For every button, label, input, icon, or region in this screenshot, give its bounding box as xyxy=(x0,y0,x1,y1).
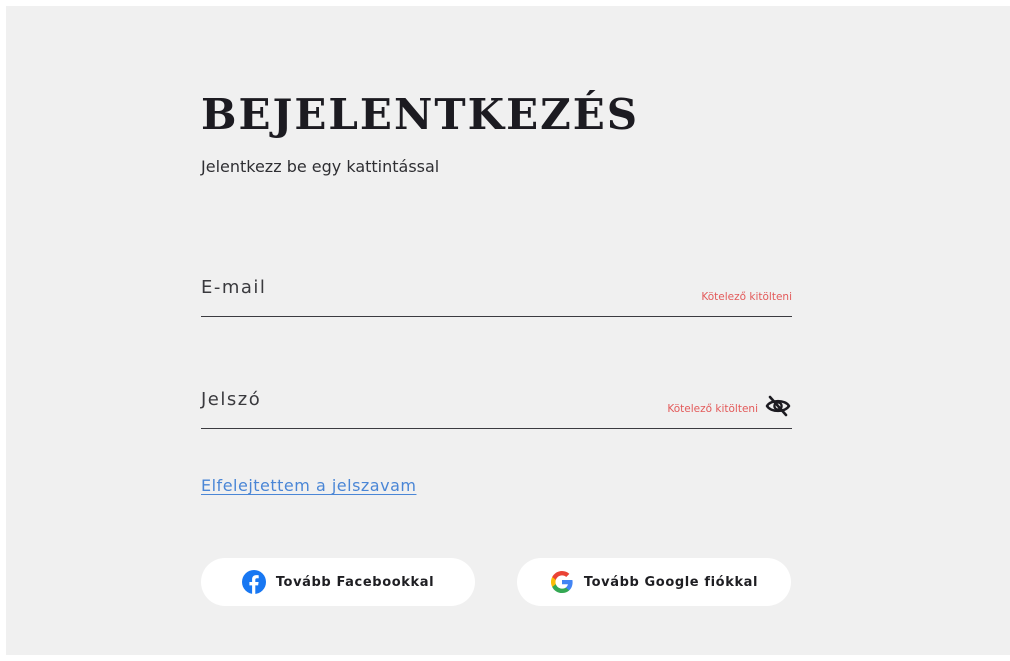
password-visibility-toggle[interactable] xyxy=(764,394,792,418)
login-panel: BEJELENTKEZÉS Jelentkezz be egy kattintá… xyxy=(6,6,1010,655)
google-login-label: Tovább Google fiókkal xyxy=(583,574,759,590)
email-field[interactable]: E-mail Kötelező kitölteni xyxy=(201,271,792,317)
facebook-login-label: Tovább Facebookkal xyxy=(275,574,435,590)
google-login-button[interactable]: Tovább Google fiókkal xyxy=(517,558,791,606)
facebook-icon xyxy=(241,570,266,594)
password-field[interactable]: Jelszó Kötelező kitölteni xyxy=(201,383,792,429)
page-title: BEJELENTKEZÉS xyxy=(201,90,640,139)
password-required-hint: Kötelező kitölteni xyxy=(667,403,758,415)
forgot-password-link[interactable]: Elfelejtettem a jelszavam xyxy=(201,476,416,495)
eye-slash-icon xyxy=(765,395,791,417)
email-required-hint: Kötelező kitölteni xyxy=(701,291,792,303)
google-icon xyxy=(550,570,574,594)
facebook-login-button[interactable]: Tovább Facebookkal xyxy=(201,558,475,606)
page-subtitle: Jelentkezz be egy kattintással xyxy=(201,157,440,176)
